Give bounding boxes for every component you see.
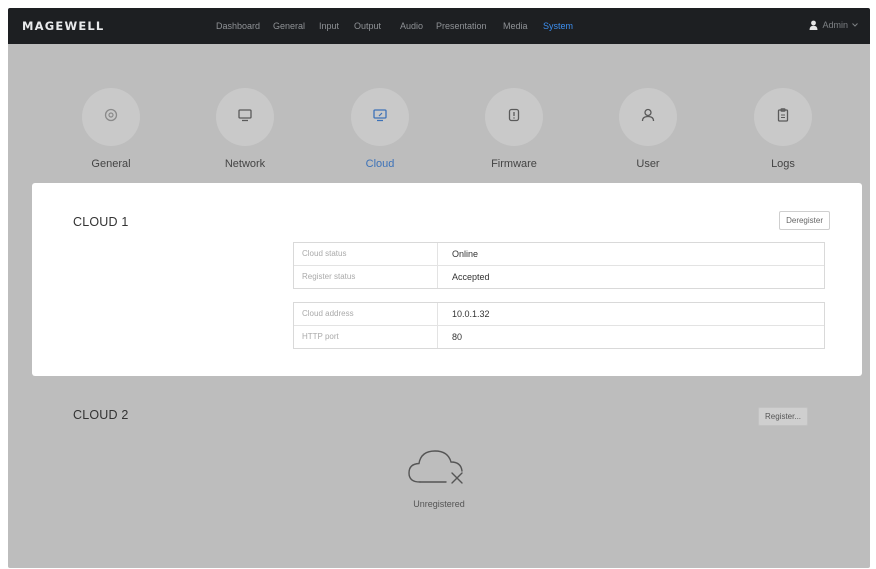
user-icon [640, 107, 656, 128]
nav-system[interactable]: System [543, 21, 573, 31]
user-menu[interactable]: Admin [809, 20, 858, 30]
app-window: MAGEWELL Dashboard General Input Output … [8, 8, 870, 568]
http-port-key: HTTP port [294, 326, 438, 348]
table-row: Cloud address 10.0.1.32 [294, 303, 824, 326]
nav-input[interactable]: Input [319, 21, 339, 31]
cloud-status-value: Online [452, 249, 479, 259]
tab-network[interactable]: Network [205, 88, 285, 170]
cloud-status-key: Cloud status [294, 243, 438, 265]
clipboard-icon [775, 107, 791, 128]
firmware-icon [506, 107, 522, 128]
monitor-icon [237, 107, 253, 128]
tab-logs-label: Logs [771, 158, 795, 170]
tab-general-circle [82, 88, 140, 146]
nav-general[interactable]: General [273, 21, 305, 31]
unregistered-state: Unregistered [399, 444, 479, 509]
register-button[interactable]: Register... [758, 407, 809, 426]
tab-firmware-circle [485, 88, 543, 146]
table-row: HTTP port 80 [294, 326, 824, 348]
user-name: Admin [822, 20, 848, 30]
table-row: Cloud status Online [294, 243, 824, 266]
nav-media[interactable]: Media [503, 21, 528, 31]
nav-audio[interactable]: Audio [400, 21, 423, 31]
top-nav-bar: MAGEWELL Dashboard General Input Output … [8, 8, 870, 44]
nav-dashboard[interactable]: Dashboard [216, 21, 260, 31]
nav-output[interactable]: Output [354, 21, 381, 31]
gear-icon [103, 107, 119, 128]
cloud1-card: CLOUD 1 Deregister Cloud status Online R… [32, 183, 862, 376]
tab-cloud[interactable]: Cloud [340, 88, 420, 170]
cloud-address-value: 10.0.1.32 [452, 309, 490, 319]
register-status-value: Accepted [452, 272, 490, 282]
tab-general-label: General [91, 158, 131, 170]
tab-firmware[interactable]: Firmware [474, 88, 554, 170]
brand-logo[interactable]: MAGEWELL [22, 19, 104, 33]
system-page: General Network Cloud Firmware User Logs… [8, 44, 870, 568]
cloud1-status-table: Cloud status Online Register status Acce… [293, 242, 825, 289]
user-icon [809, 20, 818, 30]
nav-presentation[interactable]: Presentation [436, 21, 487, 31]
tab-user-circle [619, 88, 677, 146]
tab-logs-circle [754, 88, 812, 146]
tab-logs[interactable]: Logs [743, 88, 823, 170]
cloud-x-icon [406, 450, 472, 494]
tab-general[interactable]: General [71, 88, 151, 170]
deregister-button[interactable]: Deregister [779, 211, 830, 230]
cloud-monitor-icon [372, 107, 388, 128]
cloud2-title: CLOUD 2 [73, 408, 129, 422]
cloud1-title: CLOUD 1 [73, 215, 129, 229]
cloud1-address-table: Cloud address 10.0.1.32 HTTP port 80 [293, 302, 825, 349]
http-port-value: 80 [452, 332, 463, 342]
tab-cloud-label: Cloud [365, 158, 395, 170]
tab-cloud-circle [351, 88, 409, 146]
unregistered-label: Unregistered [413, 499, 465, 509]
table-row: Register status Accepted [294, 266, 824, 288]
cloud-address-key: Cloud address [294, 303, 438, 325]
tab-firmware-label: Firmware [491, 158, 537, 170]
tab-network-label: Network [224, 158, 266, 170]
register-status-key: Register status [294, 266, 438, 288]
tab-user[interactable]: User [608, 88, 688, 170]
tab-network-circle [216, 88, 274, 146]
tab-user-label: User [636, 158, 660, 170]
chevron-down-icon [852, 23, 858, 27]
